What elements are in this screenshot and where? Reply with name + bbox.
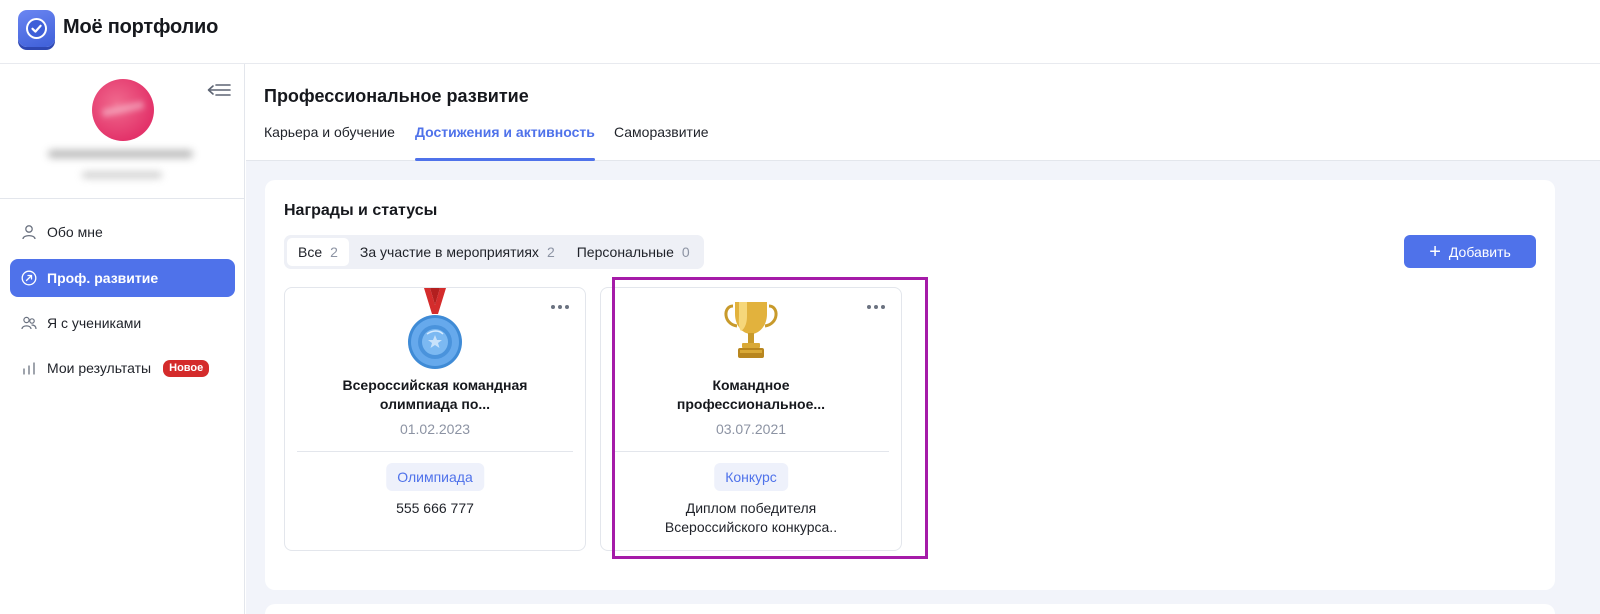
collapse-sidebar-icon[interactable] <box>207 82 231 100</box>
next-panel-edge <box>265 604 1555 614</box>
filter-count: 2 <box>330 244 338 260</box>
filter-label: За участие в мероприятиях <box>359 244 539 260</box>
sidebar: Обо мне Проф. развитие Я с учениками Мои… <box>0 64 245 614</box>
filter-count: 0 <box>681 244 690 260</box>
trophy-icon <box>723 300 779 362</box>
user-icon <box>21 224 37 240</box>
avatar[interactable] <box>92 79 154 141</box>
filter-count: 2 <box>546 244 555 260</box>
blurred-user-subtitle <box>82 172 162 178</box>
card-divider <box>297 451 573 452</box>
award-description-line: Всероссийского конкурса.. <box>664 519 838 535</box>
award-card[interactable]: Командное профессиональное... 03.07.2021… <box>600 287 902 551</box>
filter-label: Все <box>298 244 323 260</box>
sidebar-item-about[interactable]: Обо мне <box>10 213 235 251</box>
bar-chart-icon <box>21 360 37 376</box>
filter-all[interactable]: Все 2 <box>287 238 349 266</box>
medal-icon <box>405 288 465 372</box>
filter-participation[interactable]: За участие в мероприятиях 2 <box>349 238 566 266</box>
award-description-line: Диплом победителя <box>685 500 817 516</box>
page-header: Профессиональное развитие Карьера и обуч… <box>246 64 1600 161</box>
sidebar-item-label: Мои результаты <box>47 360 152 376</box>
award-description: Диплом победителя Всероссийского конкурс… <box>621 499 881 537</box>
add-button[interactable]: + Добавить <box>1404 235 1536 268</box>
sidebar-item-label: Обо мне <box>47 224 103 240</box>
award-title-line: олимпиада по... <box>379 396 491 412</box>
filter-label: Персональные <box>576 244 674 260</box>
sidebar-item-label: Я с учениками <box>47 315 142 331</box>
filter-personal[interactable]: Персональные 0 <box>566 238 701 266</box>
users-icon <box>21 315 37 331</box>
award-type-tag: Конкурс <box>714 463 788 491</box>
sidebar-item-results[interactable]: Мои результаты Новое <box>10 349 235 387</box>
tab-self-development[interactable]: Саморазвитие <box>614 124 709 161</box>
plus-icon: + <box>1429 240 1441 263</box>
arrow-circle-icon <box>21 270 37 286</box>
tab-achievements[interactable]: Достижения и активность <box>415 124 595 161</box>
more-options-icon[interactable] <box>865 300 887 312</box>
award-card[interactable]: Всероссийская командная олимпиада по... … <box>284 287 586 551</box>
sidebar-item-students[interactable]: Я с учениками <box>10 304 235 342</box>
app-title: Моё портфолио <box>63 16 219 38</box>
award-description: 555 666 777 <box>305 499 565 518</box>
section-title: Награды и статусы <box>284 202 438 219</box>
filter-segment: Все 2 За участие в мероприятиях 2 Персон… <box>284 235 704 269</box>
more-options-icon[interactable] <box>549 300 571 312</box>
blurred-user-name <box>48 150 193 158</box>
award-date: 01.02.2023 <box>399 421 471 437</box>
award-title-line: профессиональное... <box>676 396 826 412</box>
sidebar-item-prof-development[interactable]: Проф. развитие <box>10 259 235 297</box>
award-title-line: Всероссийская командная <box>342 377 528 393</box>
sidebar-item-label: Проф. развитие <box>47 270 159 286</box>
award-title-line: Командное <box>712 377 790 393</box>
app-logo-icon[interactable] <box>18 10 55 47</box>
page-title: Профессиональное развитие <box>264 86 529 106</box>
award-type-tag: Олимпиада <box>386 463 484 491</box>
award-description-line: 555 666 777 <box>396 500 474 516</box>
add-button-label: Добавить <box>1448 243 1511 260</box>
main-content: Профессиональное развитие Карьера и обуч… <box>246 64 1600 614</box>
award-title: Всероссийская командная олимпиада по... <box>305 376 565 414</box>
award-title: Командное профессиональное... <box>621 376 881 414</box>
tab-career[interactable]: Карьера и обучение <box>264 124 395 161</box>
top-bar: Моё портфолио <box>0 0 1600 64</box>
award-date: 03.07.2021 <box>715 421 787 437</box>
awards-panel: Награды и статусы Все 2 За участие в мер… <box>265 180 1555 590</box>
new-badge: Новое <box>163 359 210 377</box>
sidebar-divider <box>0 198 244 199</box>
card-divider <box>613 451 889 452</box>
